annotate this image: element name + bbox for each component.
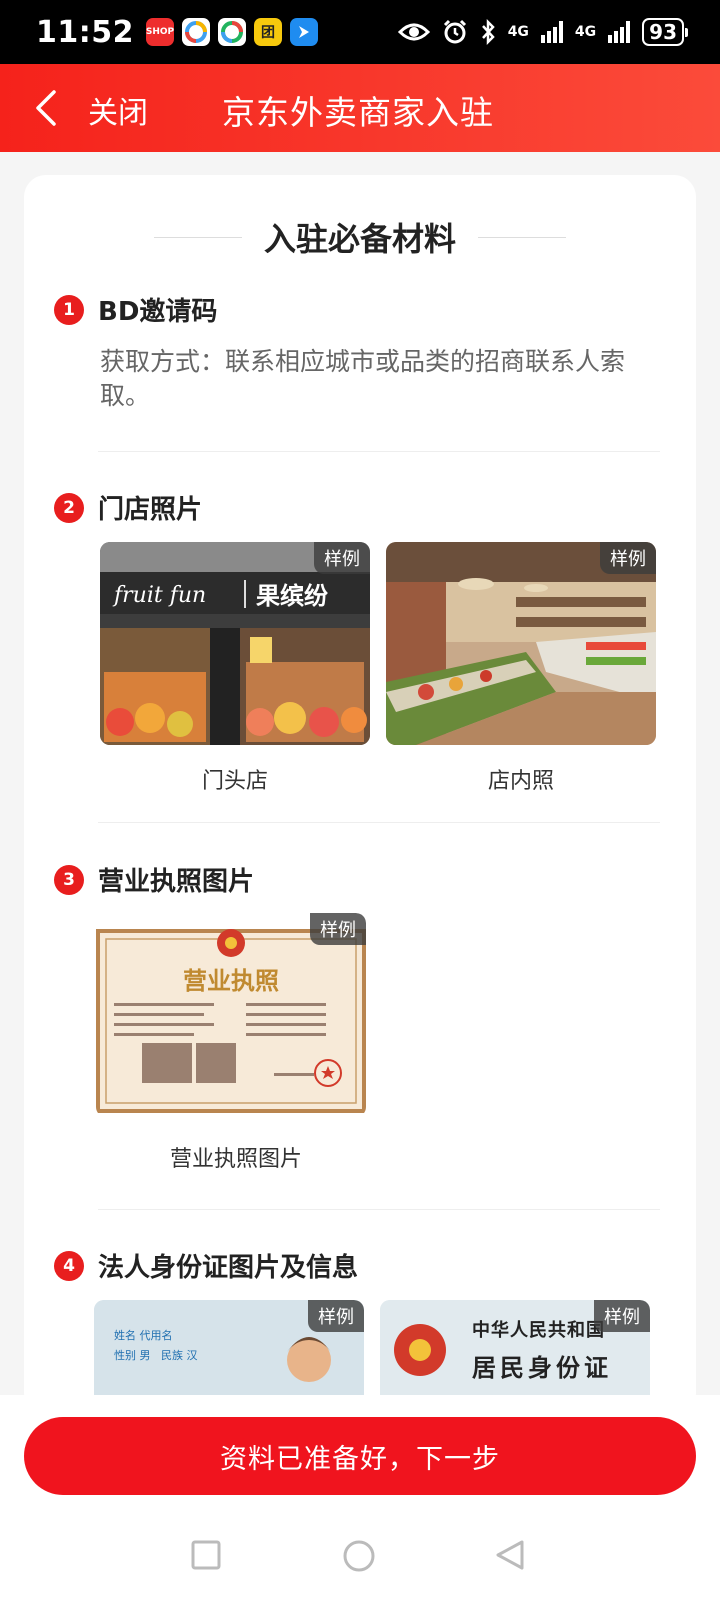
business-license-sample-image[interactable]: 营业执照 样例 xyxy=(96,913,366,1117)
blue-app-icon xyxy=(290,18,318,46)
item-business-license: 3 营业执照图片 xyxy=(54,861,254,898)
sample-tag: 样例 xyxy=(594,1300,650,1332)
status-indicators: 4G 4G 93 xyxy=(397,18,688,46)
store-sign-cn-text: 果缤纷 xyxy=(256,582,328,610)
meituan-app-icon: 团 xyxy=(254,18,282,46)
colorful-app-icon xyxy=(182,18,210,46)
sample-tag: 样例 xyxy=(314,542,370,574)
step-number-badge: 3 xyxy=(54,864,84,895)
id-name-line: 姓名 代用名 xyxy=(114,1329,173,1342)
step-number-badge: 2 xyxy=(54,492,84,523)
item-legal-id: 4 法人身份证图片及信息 xyxy=(54,1247,358,1284)
photo-caption: 门头店 xyxy=(201,769,268,794)
signal-strength-icon-2 xyxy=(608,21,631,43)
materials-card: 入驻必备材料 1 BD邀请码 获取方式：联系相应城市或品类的招商联系人索取。 2… xyxy=(24,175,696,1415)
item-title: BD邀请码 xyxy=(98,297,218,327)
bottom-action-area: 资料已准备好，下一步 xyxy=(0,1395,720,1600)
item-bd-code: 1 BD邀请码 xyxy=(54,291,217,328)
section-header: 入驻必备材料 xyxy=(24,215,696,259)
id-gender-line: 性别 男 xyxy=(114,1349,151,1362)
battery-indicator: 93 xyxy=(642,18,688,46)
close-button[interactable]: 关闭 xyxy=(88,88,148,132)
id-card-title-line: 居民身份证 xyxy=(472,1353,612,1382)
back-arrow-icon[interactable] xyxy=(30,90,66,126)
network-type-1: 4G xyxy=(507,24,529,40)
back-nav-icon[interactable] xyxy=(494,1539,526,1571)
alarm-icon xyxy=(443,19,466,44)
colorful-app-icon-2 xyxy=(218,18,246,46)
eye-icon xyxy=(397,23,430,41)
step-number-badge: 4 xyxy=(54,1250,84,1281)
sample-tag: 样例 xyxy=(600,542,656,574)
bluetooth-icon xyxy=(481,19,495,45)
store-interior-sample-image[interactable]: 样例 xyxy=(386,542,656,745)
divider xyxy=(98,822,660,823)
signal-strength-icon xyxy=(540,21,563,43)
id-country-line: 中华人民共和国 xyxy=(472,1320,605,1341)
title-divider-left xyxy=(153,236,242,238)
photo-caption: 店内照 xyxy=(487,769,554,794)
system-nav-bar xyxy=(0,1505,720,1600)
network-type-2: 4G xyxy=(574,24,597,40)
license-doc-title: 营业执照 xyxy=(183,967,279,995)
home-icon[interactable] xyxy=(342,1539,376,1573)
id-ethnicity-line: 民族 汉 xyxy=(161,1349,198,1362)
recent-apps-icon[interactable] xyxy=(190,1539,222,1571)
step-number-badge: 1 xyxy=(54,294,84,325)
status-bar: 11:52 SHOP 团 4G 4G 93 xyxy=(0,0,720,64)
item-title: 法人身份证图片及信息 xyxy=(98,1253,359,1283)
divider xyxy=(98,1209,660,1210)
notification-app-icons: SHOP 团 xyxy=(146,18,318,46)
shopping-app-icon: SHOP xyxy=(146,18,174,46)
page-title: 京东外卖商家入驻 xyxy=(222,93,494,132)
storefront-sample-image[interactable]: fruit fun 店内照 果缤纷 样例 xyxy=(100,542,370,745)
divider xyxy=(98,451,660,452)
store-sign-en: fruit fun xyxy=(112,583,206,608)
next-step-button[interactable]: 资料已准备好，下一步 xyxy=(24,1417,696,1495)
item-description: 获取方式：联系相应城市或品类的招商联系人索取。 xyxy=(100,347,626,410)
item-title: 门店照片 xyxy=(98,495,203,525)
item-store-photos: 2 门店照片 xyxy=(54,489,202,526)
status-time: 11:52 xyxy=(36,14,134,50)
app-header: 关闭 京东外卖商家入驻 xyxy=(0,64,720,152)
sample-tag: 样例 xyxy=(308,1300,364,1332)
battery-level: 93 xyxy=(649,20,677,44)
sample-tag: 样例 xyxy=(310,913,366,945)
photo-caption: 营业执照图片 xyxy=(169,1147,302,1172)
section-title: 入驻必备材料 xyxy=(263,220,456,258)
item-title: 营业执照图片 xyxy=(98,867,255,897)
title-divider-right xyxy=(478,236,566,238)
